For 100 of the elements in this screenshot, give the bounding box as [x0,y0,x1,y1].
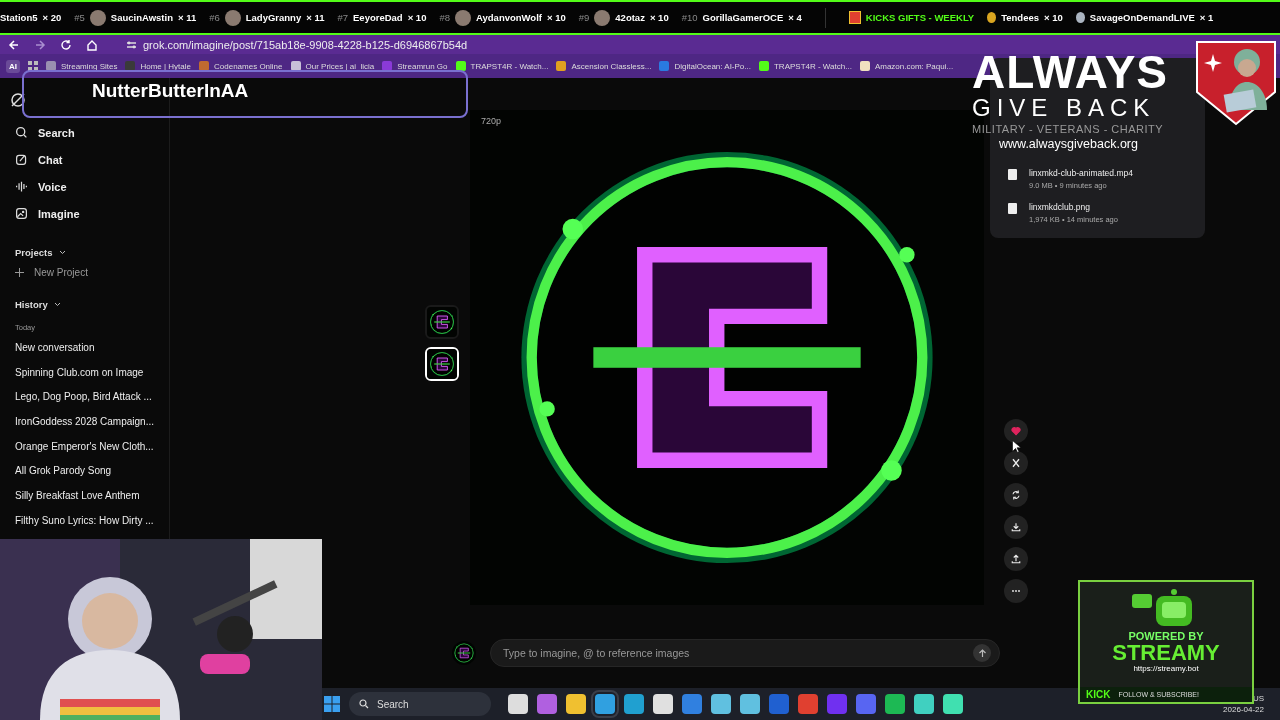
gift-count: × 10 [407,12,427,23]
bookmark-link[interactable]: Codenames Online [214,61,283,71]
language-indicator[interactable]: US [1252,694,1264,703]
heart-button[interactable] [1004,419,1028,443]
cursor-icon [1012,440,1021,453]
apps-grid-icon[interactable] [28,61,38,71]
gift-count: × 10 [547,12,566,23]
taskbar-app-icon[interactable] [856,694,876,714]
taskbar-app-icon[interactable] [711,694,731,714]
site-settings-icon[interactable] [126,39,137,50]
overlay-url: https://streamy.bot [1133,664,1199,673]
reload-icon[interactable] [60,38,72,51]
gift-count: × 4 [788,12,802,23]
bookmark-link[interactable]: Ascension Classless... [571,61,652,71]
taskbar-app-icon[interactable] [508,694,528,714]
history-item[interactable]: Orange Emperor's New Cloth... [15,440,154,452]
file-name[interactable]: linxmkd-club-animated.mp4 [1029,168,1133,178]
forward-icon[interactable] [34,38,46,51]
nav-item[interactable]: Voice [15,173,169,200]
taskbar-app-icon[interactable] [682,694,702,714]
history-item[interactable]: IronGoddess 2028 Campaign... [15,415,154,427]
taskbar-app-icon[interactable] [653,694,673,714]
address-bar[interactable]: grok.com/imagine/post/715ab18e-9908-4228-b125-d6946867b54d [143,38,468,51]
supporter-name: Station5 [0,12,38,23]
history-header[interactable]: History [15,297,169,311]
file-name[interactable]: linxmkdclub.png [1029,202,1118,212]
platform-label: KICK [1086,689,1111,700]
back-icon[interactable] [8,38,20,51]
prompt-field[interactable]: Type to imagine, @ to reference images [501,646,973,660]
start-icon[interactable] [324,696,340,712]
overlay-url: www.alwaysgiveback.org [999,136,1138,152]
taskbar-app-icon[interactable] [798,694,818,714]
regenerate-button[interactable] [1004,483,1028,507]
supporter-name: SavageOnDemandLIVE [1089,12,1195,23]
voice-icon [15,180,28,193]
ticker-title: KICKS GIFTS - WEEKLY [865,12,975,23]
supporter-name: AydanvonWolf [476,12,542,23]
bookmark-link[interactable]: Amazon.com: Paqui... [874,61,954,71]
bookmark-link[interactable]: TRAPST4R - Watch... [773,61,852,71]
imagine-icon [15,207,28,220]
rank-label: #5 [74,12,85,23]
supporter-name: LadyGranny [245,12,302,23]
file-icon [1008,169,1017,180]
taskbar-app-icon[interactable] [537,694,557,714]
taskbar-search[interactable]: Search [349,692,491,716]
share-button[interactable] [1004,547,1028,571]
app-logo-icon[interactable] [10,92,26,108]
gift-count: × 10 [649,12,669,23]
rank-label: #10 [681,12,698,23]
overlay-title: ALWAYS [972,50,1169,94]
rank-label: #6 [209,12,220,23]
new-project-button[interactable]: New Project [15,265,169,279]
taskbar-app-icon[interactable] [566,694,586,714]
prompt-bar[interactable]: Type to imagine, @ to reference images [490,639,1000,667]
supporter-name: 42otaz [615,12,645,23]
regenerate-icon [1010,489,1022,501]
nav-item[interactable]: Chat [15,146,169,173]
bookmark-link[interactable]: Streaming Sites [61,61,118,71]
taskbar-app-icon[interactable] [943,694,963,714]
history-item[interactable]: All Grok Parody Song [15,465,112,477]
gift-count: × 20 [42,12,62,23]
heart-icon [1010,425,1022,437]
download-button[interactable] [1004,515,1028,539]
chevron-icon [53,301,61,307]
taskbar-app-icon[interactable] [740,694,760,714]
history-item[interactable]: Filthy Suno Lyrics: How Dirty ... [15,514,154,526]
supporter-name: SaucinAwstin [110,12,173,23]
nav-item[interactable]: Imagine [15,200,169,227]
chevron-icon [58,249,66,255]
overlay-caption: POWERED BY [1128,630,1204,642]
projects-header[interactable]: Projects [15,245,169,259]
thumbnail[interactable] [425,304,459,339]
taskbar-app-icon[interactable] [885,694,905,714]
arrow-up-icon [977,648,987,658]
more-button[interactable] [1004,579,1028,603]
gift-icon [848,11,861,24]
nav-item[interactable]: Search [15,119,169,146]
taskbar-app-icon[interactable] [914,694,934,714]
gift-count: × 1 [1199,12,1214,23]
name-tag: NutterButterInAA [22,70,468,118]
bookmark-link[interactable]: Streamrun Go [397,61,448,71]
date-label: 2026-04-22 [1223,705,1264,714]
taskbar-app-icon[interactable] [624,694,644,714]
bookmark-link[interactable]: DigitalOcean: AI-Po... [674,61,751,71]
history-item[interactable]: Silly Breakfast Love Anthem [15,489,140,501]
download-icon [1010,521,1022,533]
search-icon [359,699,369,709]
history-item[interactable]: Spinning Club.com on Image [15,366,144,378]
bookmark-link[interactable]: TRAPST4R - Watch... [470,61,549,71]
chat-icon [15,153,28,166]
rank-label: #7 [337,12,348,23]
history-item[interactable]: New conversation [15,341,95,353]
home-icon[interactable] [86,38,98,51]
history-item[interactable]: Lego, Dog Poop, Bird Attack ... [15,391,152,403]
x-button[interactable] [1004,451,1028,475]
ai-button[interactable]: AI [6,59,20,73]
overlay-subtitle: GIVE BACK [972,94,1156,122]
send-button[interactable] [973,644,991,662]
supporter-name: Tendees [1001,12,1040,23]
search-icon [15,126,28,139]
